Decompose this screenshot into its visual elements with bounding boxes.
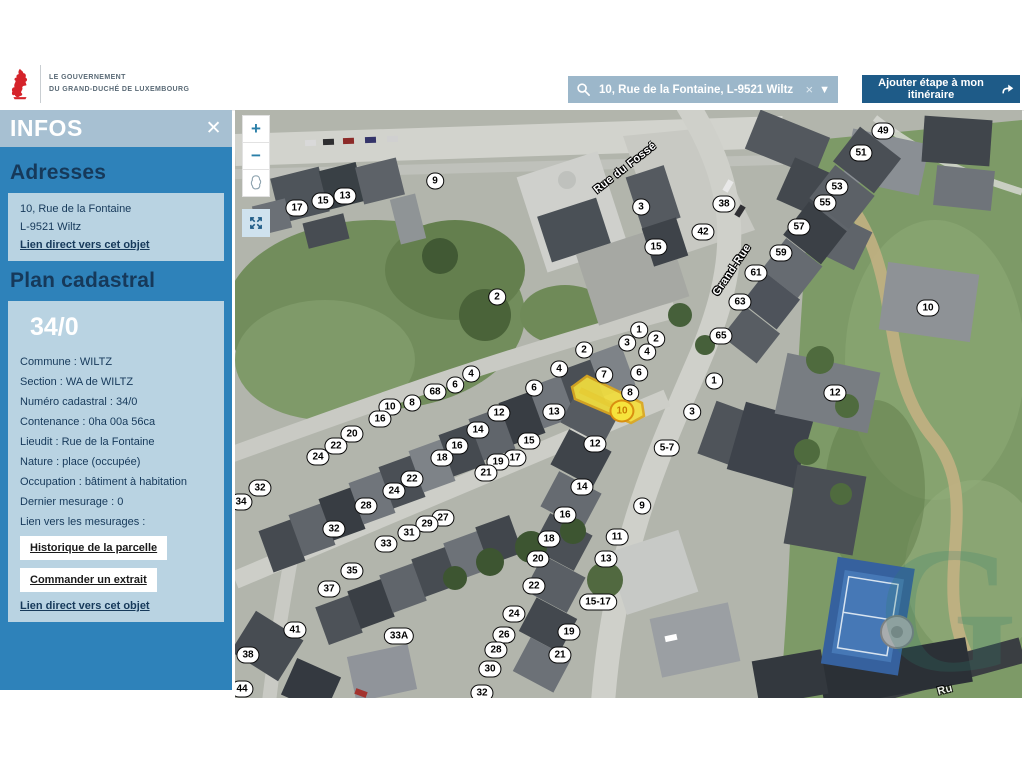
parcel-number: 34/0 — [30, 313, 212, 342]
close-panel-icon[interactable]: ✕ — [206, 119, 222, 138]
search-input[interactable] — [597, 83, 800, 97]
filter-icon[interactable]: ▼ — [819, 84, 830, 96]
geoportal-watermark: G — [877, 510, 1017, 698]
add-route-button[interactable]: Ajouter étape à mon itinéraire — [862, 75, 1020, 103]
parcel-detail-section: Section : WA de WILTZ — [20, 376, 212, 388]
gov-logo-line2: du Grand-Duché de Luxembourg — [49, 84, 189, 96]
address-direct-link[interactable]: Lien direct vers cet objet — [20, 239, 150, 251]
address-line2: L-9521 Wiltz — [20, 221, 212, 233]
parcel-detail-commune: Commune : WILTZ — [20, 356, 212, 368]
parcel-history-button[interactable]: Historique de la parcelle — [20, 536, 167, 560]
parcel-card: 34/0 Commune : WILTZ Section : WA de WIL… — [8, 301, 224, 622]
geoportal-page: Le Gouvernement du Grand-Duché de Luxemb… — [0, 0, 1024, 768]
luxembourg-lion-icon — [8, 67, 32, 101]
logo-divider — [40, 65, 41, 103]
parcel-detail-mesurage: Dernier mesurage : 0 — [20, 496, 212, 508]
cadastre-heading: Plan cadastral — [10, 269, 224, 293]
add-route-label: Ajouter étape à mon itinéraire — [868, 77, 994, 101]
info-panel-header: INFOS ✕ — [0, 110, 232, 147]
main-area: G Rue du FosséGrand-RueRu 17151392234668… — [0, 110, 1024, 698]
info-panel-title: INFOS — [10, 115, 83, 142]
order-extract-button[interactable]: Commander un extrait — [20, 568, 157, 592]
fullscreen-arrows-icon — [247, 214, 265, 232]
app-header: Le Gouvernement du Grand-Duché de Luxemb… — [0, 58, 1024, 111]
zoom-in-button[interactable]: + — [242, 115, 270, 143]
map-controls: + − — [242, 116, 270, 237]
country-extent-button[interactable] — [242, 169, 270, 197]
map-canvas[interactable]: G Rue du FosséGrand-RueRu 17151392234668… — [235, 110, 1022, 698]
info-panel-body: Adresses 10, Rue de la Fontaine L-9521 W… — [0, 147, 232, 690]
parcel-direct-link[interactable]: Lien direct vers cet objet — [20, 600, 150, 612]
parcel-detail-nature: Nature : place (occupée) — [20, 456, 212, 468]
info-panel: INFOS ✕ Adresses 10, Rue de la Fontaine … — [0, 110, 232, 690]
parcel-detail-numero: Numéro cadastral : 34/0 — [20, 396, 212, 408]
luxembourg-outline-icon — [246, 173, 266, 193]
parcel-detail-contenance: Contenance : 0ha 00a 56ca — [20, 416, 212, 428]
address-line1: 10, Rue de la Fontaine — [20, 203, 212, 215]
route-arrow-icon — [1001, 82, 1014, 96]
aerial-imagery: G — [235, 110, 1022, 698]
search-icon — [576, 82, 591, 97]
zoom-out-button[interactable]: − — [242, 142, 270, 170]
gov-logo-line1: Le Gouvernement — [49, 72, 189, 84]
parcel-detail-occupation: Occupation : bâtiment à habitation — [20, 476, 212, 488]
parcel-detail-lien-mesurages: Lien vers les mesurages : — [20, 516, 212, 528]
clear-search-icon[interactable]: × — [806, 82, 814, 97]
fullscreen-button[interactable] — [242, 209, 270, 237]
address-card: 10, Rue de la Fontaine L-9521 Wiltz Lien… — [8, 193, 224, 261]
parcel-detail-lieudit: Lieudit : Rue de la Fontaine — [20, 436, 212, 448]
adresses-heading: Adresses — [10, 161, 224, 185]
gov-logo: Le Gouvernement du Grand-Duché de Luxemb… — [8, 65, 189, 103]
gov-logo-text: Le Gouvernement du Grand-Duché de Luxemb… — [49, 72, 189, 96]
search-bar[interactable]: × ▼ — [568, 76, 838, 103]
